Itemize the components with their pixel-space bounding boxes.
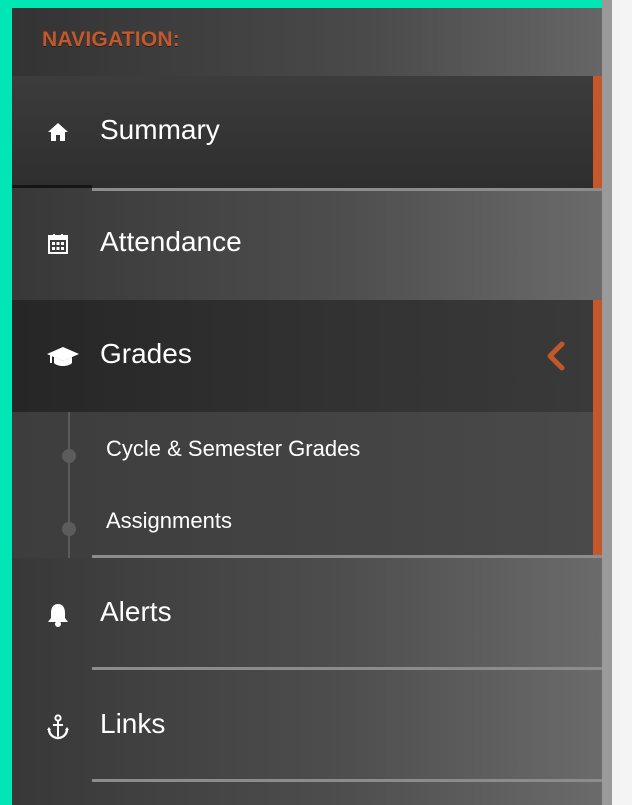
sidebar-item-links[interactable]: Links — [12, 670, 602, 782]
sidebar-item-attendance[interactable]: Attendance — [12, 188, 602, 300]
bullet-icon — [62, 449, 76, 463]
anchor-icon — [46, 714, 70, 740]
nav-heading: NAVIGATION: — [42, 28, 180, 51]
home-icon — [46, 120, 70, 144]
grades-submenu: Cycle & Semester Grades Assignments — [12, 412, 602, 558]
sidebar-item-alerts[interactable]: Alerts — [12, 558, 602, 670]
sidebar-item-label: Links — [100, 708, 166, 739]
bullet-icon — [62, 522, 76, 536]
nav-header: NAVIGATION: — [12, 8, 602, 76]
active-indicator — [593, 300, 602, 412]
sidebar-item-label: Attendance — [100, 226, 242, 257]
submenu-item-assignments[interactable]: Assignments — [12, 484, 592, 556]
submenu-item-label: Assignments — [106, 508, 232, 533]
sidebar-item-grades[interactable]: Grades — [12, 300, 602, 412]
chevron-left-icon[interactable] — [544, 340, 568, 372]
submenu-item-label: Cycle & Semester Grades — [106, 436, 361, 461]
calendar-icon — [46, 232, 70, 256]
bell-icon — [46, 602, 70, 627]
divider — [92, 779, 602, 782]
sidebar-item-label: Summary — [100, 114, 220, 145]
content-area — [612, 0, 632, 805]
graduation-cap-icon — [46, 344, 80, 368]
sidebar-item-label: Alerts — [100, 596, 172, 627]
sidebar-item-summary[interactable]: Summary — [12, 76, 602, 188]
sidebar-item-label: Grades — [100, 338, 192, 369]
navigation-sidebar: NAVIGATION: Summary Attendance Grades Cy… — [12, 8, 602, 805]
active-indicator — [593, 76, 602, 188]
submenu-item-cycle-semester-grades[interactable]: Cycle & Semester Grades — [12, 412, 592, 484]
content-edge — [602, 0, 612, 805]
active-indicator — [593, 412, 602, 558]
